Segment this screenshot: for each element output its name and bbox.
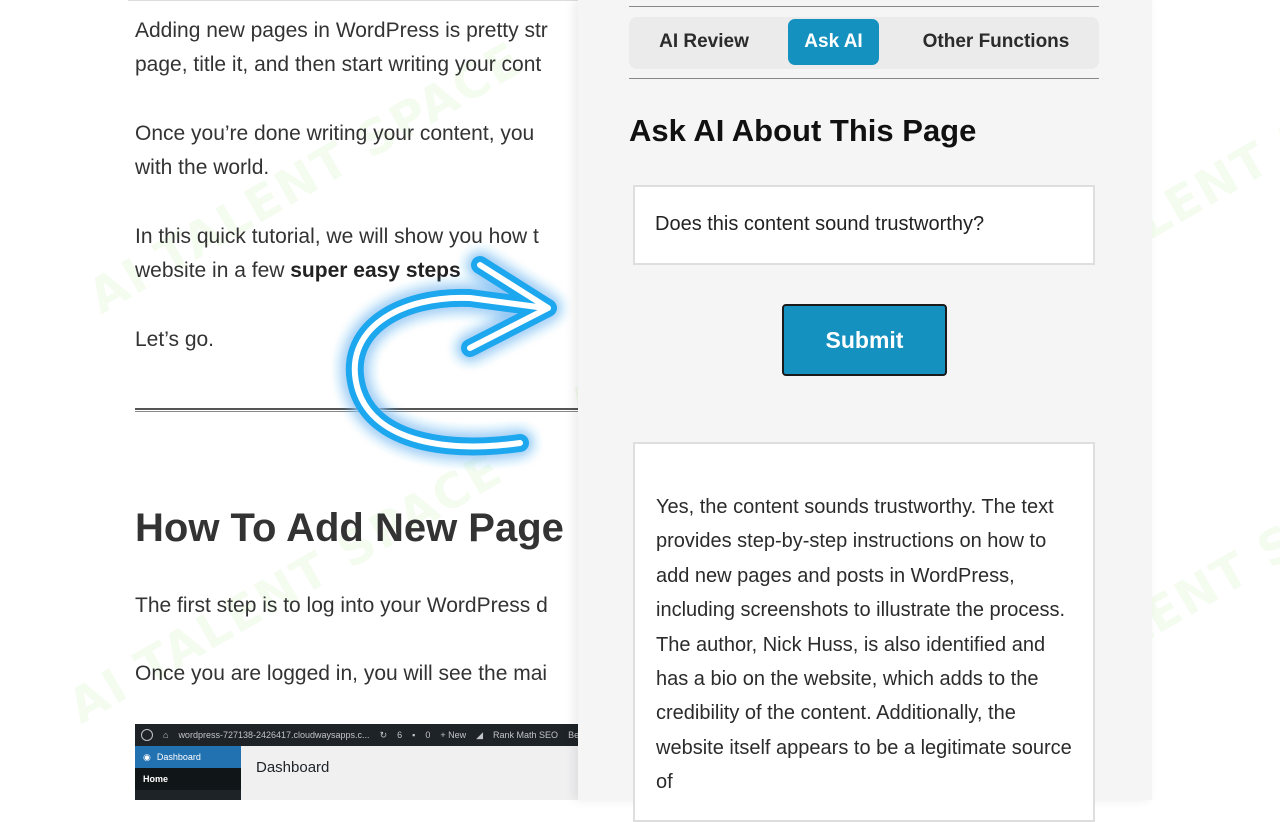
site-name: wordpress-727138-2426417.cloudwaysapps.c…: [178, 730, 370, 740]
admin-sidebar: ◉ Dashboard Home: [135, 746, 241, 800]
tab-other-functions[interactable]: Other Functions: [901, 19, 1091, 65]
menu-item-dashboard: ◉ Dashboard: [135, 746, 241, 768]
section-heading: How To Add New Page: [135, 506, 564, 550]
article-paragraph: Once you’re done writing your content, y…: [135, 122, 535, 179]
new-item: + New: [440, 730, 467, 740]
updates-icon: ↻: [379, 729, 388, 740]
tab-bar: AI Review Ask AI Other Functions: [629, 17, 1099, 69]
panel-divider: [629, 6, 1099, 7]
menu-item-home: Home: [135, 768, 241, 790]
dashboard-icon: ◉: [143, 751, 151, 762]
article-paragraph: The first step is to log into your WordP…: [135, 594, 548, 617]
article-paragraph: Adding new pages in WordPress is pretty …: [135, 19, 548, 76]
article-paragraph: Let’s go.: [135, 328, 215, 351]
article-paragraph: Once you are logged in, you will see the…: [135, 662, 548, 685]
tab-ask-ai[interactable]: Ask AI: [788, 19, 879, 65]
article-top-border: [128, 0, 588, 1]
rank-math-label: Rank Math SEO: [493, 730, 559, 740]
wordpress-logo-icon: [141, 729, 153, 741]
article-paragraph: In this quick tutorial, we will show you…: [135, 225, 539, 282]
ai-side-panel: AI Review Ask AI Other Functions Ask AI …: [578, 0, 1152, 822]
rank-math-icon: ◢: [476, 729, 484, 740]
home-icon: ⌂: [163, 730, 169, 740]
answer-text: Yes, the content sounds trustworthy. The…: [656, 496, 1072, 794]
question-input[interactable]: Does this content sound trustworthy?: [633, 185, 1095, 265]
tab-ai-review[interactable]: AI Review: [639, 19, 769, 65]
section-divider: [135, 408, 585, 412]
dashboard-screenshot: ⌂ wordpress-727138-2426417.cloudwaysapps…: [135, 724, 585, 800]
answer-box: Yes, the content sounds trustworthy. The…: [633, 442, 1095, 822]
admin-toolbar: ⌂ wordpress-727138-2426417.cloudwaysapps…: [135, 724, 585, 746]
panel-title: Ask AI About This Page: [629, 113, 977, 148]
dashboard-title: Dashboard: [256, 759, 330, 776]
comments-icon: ▪: [412, 730, 416, 740]
comments-count: 0: [425, 730, 431, 740]
updates-count: 6: [397, 730, 403, 740]
bold-text: super easy steps: [290, 259, 461, 282]
panel-divider: [629, 78, 1099, 79]
submit-button[interactable]: Submit: [782, 304, 947, 376]
